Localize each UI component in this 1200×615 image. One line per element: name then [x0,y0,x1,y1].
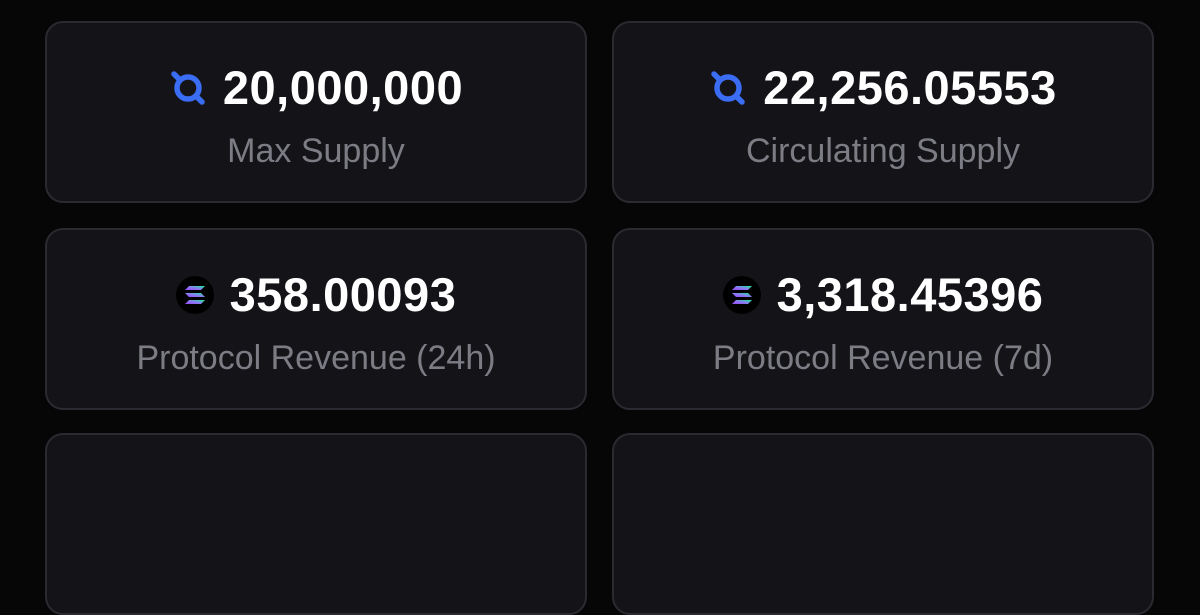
solana-icon [722,276,761,314]
stat-value-row: 358.00093 [47,270,585,320]
token-logo-icon [169,69,207,107]
circulating-supply-label: Circulating Supply [745,132,1021,170]
protocol-revenue-24h-value: 358.00093 [229,268,457,321]
stat-card-partial [612,433,1154,615]
stat-value-row: 20,000,000 [47,63,585,113]
protocol-revenue-7d-label: Protocol Revenue (7d) [712,339,1054,377]
stat-card-max-supply: 20,000,000 Max Supply [45,21,587,203]
stat-value-row: 22,256.05553 [614,63,1152,113]
max-supply-value: 20,000,000 [222,61,464,114]
protocol-revenue-24h-label: Protocol Revenue (24h) [136,339,496,377]
stat-card-protocol-revenue-7d: 3,318.45396 Protocol Revenue (7d) [612,228,1154,410]
stat-card-circulating-supply: 22,256.05553 Circulating Supply [612,21,1154,203]
solana-icon [175,276,214,314]
stat-card-protocol-revenue-24h: 358.00093 Protocol Revenue (24h) [45,228,587,410]
protocol-revenue-7d-value: 3,318.45396 [776,268,1044,321]
circulating-supply-value: 22,256.05553 [763,61,1057,114]
token-logo-icon [709,69,747,107]
stat-card-partial [45,433,587,615]
max-supply-label: Max Supply [227,132,405,170]
stat-value-row: 3,318.45396 [614,270,1152,320]
